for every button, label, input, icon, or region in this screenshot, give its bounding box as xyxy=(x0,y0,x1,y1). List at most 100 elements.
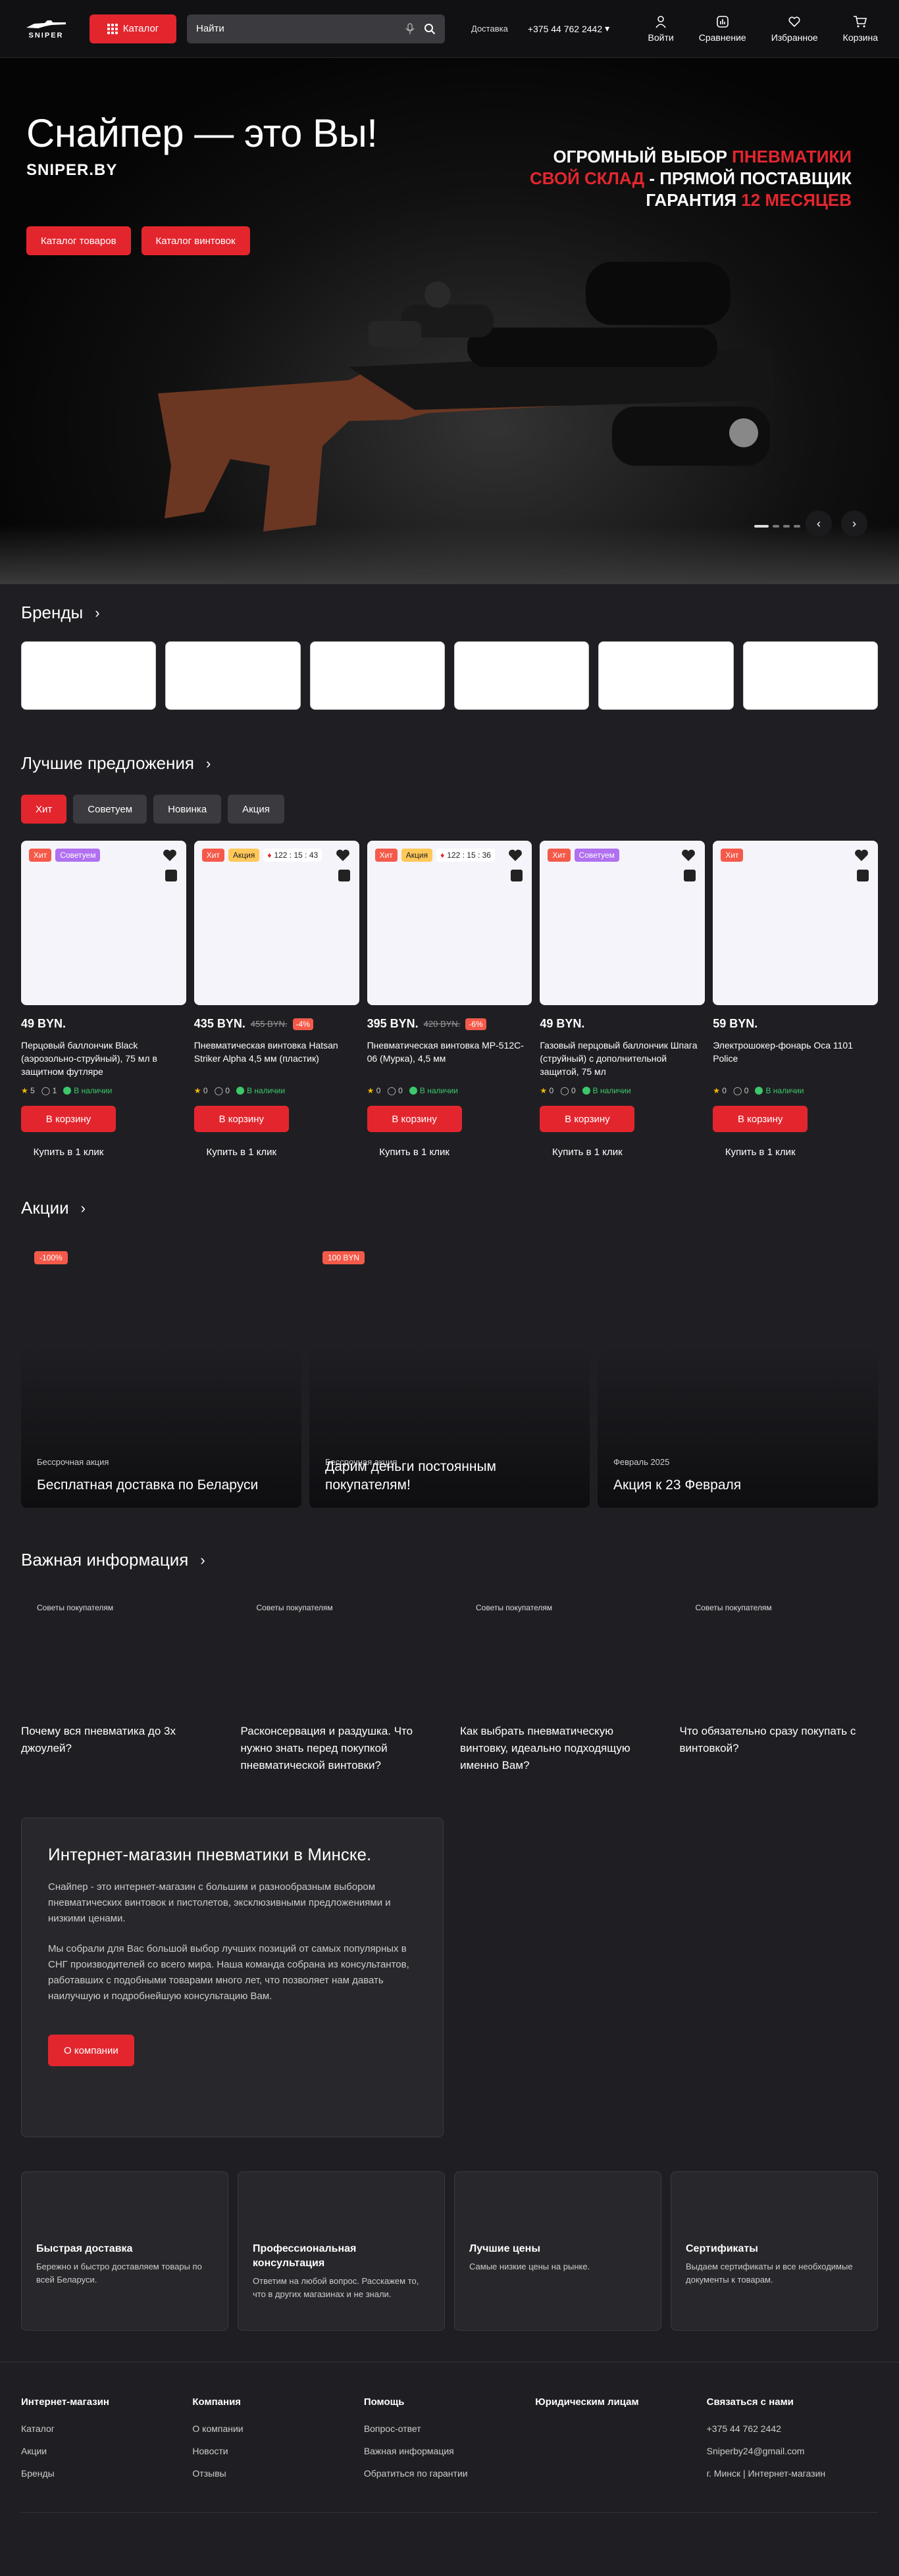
footer-link[interactable]: Новости xyxy=(192,2446,363,2456)
catalog-products-button[interactable]: Каталог товаров xyxy=(26,226,131,255)
compare-icon[interactable] xyxy=(684,870,696,881)
add-to-cart-button[interactable]: В корзину xyxy=(367,1106,462,1132)
login-button[interactable]: Войти xyxy=(648,15,674,43)
search-icon[interactable] xyxy=(424,23,436,35)
product-name[interactable]: Пневматическая винтовка MP-512C-06 (Мурк… xyxy=(367,1039,532,1081)
tagline-2a: СВОЙ СКЛАД xyxy=(529,168,645,188)
footer-link[interactable]: Акции xyxy=(21,2446,192,2456)
brand-card[interactable] xyxy=(21,641,157,710)
footer-link[interactable]: Каталог xyxy=(21,2423,192,2434)
article-card[interactable]: Советы покупателям Почему вся пневматика … xyxy=(21,1590,220,1774)
offers-heading[interactable]: Лучшие предложения › xyxy=(0,753,899,774)
add-to-cart-button[interactable]: В корзину xyxy=(21,1106,116,1132)
product-name[interactable]: Газовый перцовый баллончик Шпага (струйн… xyxy=(540,1039,705,1081)
article-title: Расконсервация и раздушка. Что нужно зна… xyxy=(240,1725,413,1771)
product-image[interactable]: Хит Акция ♦ 122 : 15 : 43 xyxy=(193,841,359,1005)
heart-icon[interactable] xyxy=(508,849,523,862)
tab-recommend[interactable]: Советуем xyxy=(73,795,147,824)
buy-one-click-button[interactable]: Купить в 1 клик xyxy=(21,1139,116,1165)
delivery-link[interactable]: Доставка xyxy=(471,24,508,34)
brands-heading[interactable]: Бренды › xyxy=(0,603,899,623)
product-badge: Хит xyxy=(29,849,52,862)
slider-dots[interactable] xyxy=(754,525,800,528)
footer-column: Связаться с нами +375 44 762 2442 Sniperby… xyxy=(707,2396,878,2490)
promo-card[interactable]: 100 BYN Бессрочная акция Дарим деньги по… xyxy=(309,1238,590,1508)
compare-icon[interactable] xyxy=(856,870,869,881)
add-to-cart-button[interactable]: В корзину xyxy=(713,1106,808,1132)
compare-icon[interactable] xyxy=(338,870,350,881)
article-card[interactable]: Советы покупателям Что обязательно сразу … xyxy=(679,1590,878,1774)
product-name[interactable]: Перцовый баллончик Black (аэрозольно-стр… xyxy=(21,1039,186,1081)
product-name[interactable]: Пневматическая винтовка Hatsan Striker A… xyxy=(194,1039,359,1081)
star-icon: ★ xyxy=(540,1086,548,1095)
buy-one-click-button[interactable]: Купить в 1 клик xyxy=(540,1139,635,1165)
product-card[interactable]: Хит Советуем 49 BYN. Перцовый баллончик B… xyxy=(21,841,186,1165)
product-price: 49 BYN. xyxy=(21,1017,66,1030)
product-image[interactable]: Хит Акция ♦ 122 : 15 : 36 xyxy=(367,841,532,1005)
promo-card[interactable]: -100% Бессрочная акция Бесплатная достав… xyxy=(21,1238,301,1508)
tab-sale[interactable]: Акция xyxy=(228,795,284,824)
favorites-button[interactable]: Избранное xyxy=(771,15,818,43)
star-icon: ★ xyxy=(713,1086,720,1095)
product-card[interactable]: Хит Акция ♦ 122 : 15 : 43 435 BYN. 455 BYN.… xyxy=(193,841,359,1165)
brand-card[interactable] xyxy=(598,641,734,710)
footer-link[interactable]: О компании xyxy=(192,2423,363,2434)
promos-row: -100% Бессрочная акция Бесплатная достав… xyxy=(0,1238,899,1508)
promos-heading[interactable]: Акции › xyxy=(0,1198,899,1218)
footer-link[interactable]: Обратиться по гарантии xyxy=(364,2468,535,2479)
product-image[interactable]: Хит xyxy=(713,841,878,1005)
tab-new[interactable]: Новинка xyxy=(153,795,222,824)
promo-card[interactable]: Февраль 2025 Акция к 23 Февраля xyxy=(598,1238,878,1508)
product-name[interactable]: Электрошокер-фонарь Оса 1101 Police xyxy=(713,1039,878,1081)
prev-slide-button[interactable]: ‹ xyxy=(806,510,832,537)
promo-tag: 100 BYN xyxy=(322,1251,365,1264)
logo[interactable]: SNIPER xyxy=(21,16,71,42)
footer-link[interactable]: Важная информация xyxy=(364,2446,535,2456)
promo-title: Дарим деньги постоянным покупателям! xyxy=(325,1459,496,1493)
product-card[interactable]: Хит Акция ♦ 122 : 15 : 36 395 BYN. 420 BYN.… xyxy=(367,841,532,1165)
heart-icon[interactable] xyxy=(854,849,869,862)
tab-hit[interactable]: Хит xyxy=(21,795,67,824)
chevron-right-icon: › xyxy=(80,1199,86,1216)
cart-button[interactable]: Корзина xyxy=(843,15,878,43)
brand-card[interactable] xyxy=(165,641,301,710)
compare-icon[interactable] xyxy=(511,870,523,881)
add-to-cart-button[interactable]: В корзину xyxy=(193,1106,289,1132)
buy-one-click-button[interactable]: Купить в 1 клик xyxy=(367,1139,462,1165)
buy-one-click-button[interactable]: Купить в 1 клик xyxy=(713,1139,808,1165)
brand-card[interactable] xyxy=(309,641,445,710)
product-image[interactable]: Хит Советуем xyxy=(21,841,186,1005)
about-button[interactable]: О компании xyxy=(48,2035,134,2066)
footer-heading: Связаться с нами xyxy=(706,2396,794,2408)
product-card[interactable]: Хит 59 BYN. Электрошокер-фонарь Оса 1101… xyxy=(713,841,878,1165)
header-phone[interactable]: +375 44 762 2442 ▾ xyxy=(528,23,609,34)
footer-link[interactable]: Бренды xyxy=(21,2468,192,2479)
brand-card[interactable] xyxy=(742,641,878,710)
heart-icon[interactable] xyxy=(681,849,696,862)
microphone-icon[interactable] xyxy=(405,22,415,35)
search-input[interactable] xyxy=(196,23,396,34)
compare-icon[interactable] xyxy=(165,870,177,881)
footer-link[interactable]: г. Минск | Интернет-магазин xyxy=(707,2468,878,2479)
catalog-button[interactable]: Каталог xyxy=(90,14,176,43)
price-row: 395 BYN. 420 BYN. -6% xyxy=(367,1017,532,1031)
article-card[interactable]: Советы покупателям Как выбрать пневматиче… xyxy=(460,1590,659,1774)
next-slide-button[interactable]: › xyxy=(841,510,867,537)
brand-card[interactable] xyxy=(453,641,590,710)
footer-link[interactable]: Отзывы xyxy=(192,2468,363,2479)
footer-link[interactable]: +375 44 762 2442 xyxy=(707,2423,878,2434)
footer-link[interactable]: Вопрос-ответ xyxy=(364,2423,535,2434)
product-card[interactable]: Хит Советуем 49 BYN. Газовый перцовый бал… xyxy=(540,841,706,1165)
product-image[interactable]: Хит Советуем xyxy=(540,841,706,1005)
feature-card: Быстрая доставка Бережно и быстро доставл… xyxy=(21,2171,228,2331)
heart-icon[interactable] xyxy=(163,849,177,862)
reviews-count: 0 xyxy=(744,1086,749,1095)
buy-one-click-button[interactable]: Купить в 1 клик xyxy=(193,1139,289,1165)
footer-link[interactable]: Sniperby24@gmail.com xyxy=(707,2446,878,2456)
article-card[interactable]: Советы покупателям Расконсервация и разду… xyxy=(240,1590,439,1774)
add-to-cart-button[interactable]: В корзину xyxy=(540,1106,635,1132)
info-heading[interactable]: Важная информация › xyxy=(0,1550,899,1570)
compare-button[interactable]: Сравнение xyxy=(699,15,746,43)
heart-icon[interactable] xyxy=(336,849,350,862)
info-section: Важная информация › Советы покупателям Поч… xyxy=(0,1550,899,1774)
